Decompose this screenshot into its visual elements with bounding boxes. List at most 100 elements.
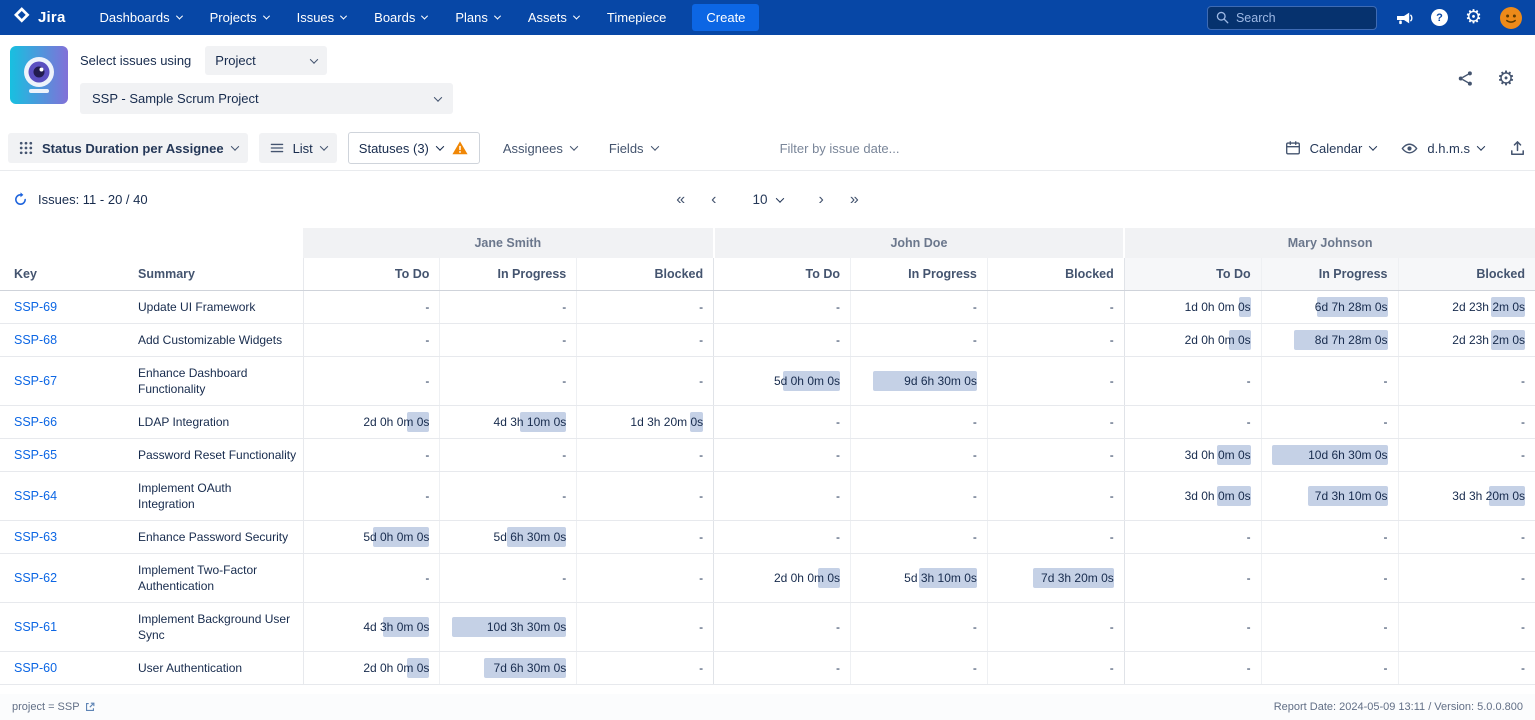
table-row: SSP-65Password Reset Functionality------… [0,438,1535,471]
nav-item-projects[interactable]: Projects [210,10,269,25]
settings-button[interactable]: ⚙ [1465,8,1482,27]
table-row: SSP-61Implement Background User Sync4d 3… [0,602,1535,651]
issue-key-link[interactable]: SSP-65 [14,448,57,462]
issue-date-filter-input[interactable] [780,141,990,156]
assignee-group-header: Mary Johnson [1124,228,1535,258]
duration-cell: - [987,290,1124,323]
issue-key-link[interactable]: SSP-63 [14,530,57,544]
duration-cell: - [987,471,1124,520]
duration-cell: - [303,290,440,323]
fields-filter-label: Fields [609,141,644,156]
issue-key-link[interactable]: SSP-64 [14,489,57,503]
issue-summary: User Authentication [124,651,303,684]
duration-cell: - [714,438,851,471]
empty-duration-value: - [562,571,566,585]
time-format-select[interactable]: d.h.m.s [1400,139,1484,158]
jira-logo[interactable]: Jira [12,5,66,30]
assignees-filter[interactable]: Assignees [503,141,577,156]
nav-item-dashboards[interactable]: Dashboards [100,10,182,25]
duration-cell: - [1398,651,1535,684]
empty-duration-value: - [1521,530,1525,544]
issue-key-link[interactable]: SSP-60 [14,661,57,675]
issue-key-link[interactable]: SSP-69 [14,300,57,314]
calendar-select[interactable]: Calendar [1284,139,1377,157]
duration-cell: - [577,602,714,651]
duration-value: 5d 3h 10m 0s [904,571,977,585]
megaphone-icon [1394,8,1414,28]
column-header-summary: Summary [124,258,303,290]
table-row: SSP-62Implement Two-Factor Authenticatio… [0,553,1535,602]
chevron-down-icon [176,13,183,20]
export-button[interactable] [1508,139,1527,158]
duration-cell: - [577,651,714,684]
report-settings-button[interactable]: ⚙ [1497,68,1515,88]
duration-value: 2d 0h 0m 0s [1185,333,1251,347]
next-page-button[interactable]: › [813,189,830,211]
duration-cell: 2d 23h 2m 0s [1398,323,1535,356]
empty-duration-value: - [1521,661,1525,675]
issue-key-link[interactable]: SSP-61 [14,620,57,634]
view-mode-value: List [293,141,313,156]
duration-cell: - [714,602,851,651]
help-button[interactable]: ? [1431,9,1448,26]
nav-item-boards[interactable]: Boards [374,10,427,25]
issue-key-cell: SSP-61 [0,602,124,651]
duration-value: 3d 0h 0m 0s [1185,489,1251,503]
duration-cell: - [1124,553,1261,602]
empty-duration-value: - [1110,530,1114,544]
nav-item-timepiece[interactable]: Timepiece [607,10,666,25]
duration-value: 4d 3h 10m 0s [494,415,567,429]
search-input[interactable] [1208,11,1376,25]
page-size-select[interactable]: 10 [744,188,790,211]
issue-key-link[interactable]: SSP-68 [14,333,57,347]
nav-item-assets[interactable]: Assets [528,10,579,25]
profile-button[interactable] [1499,6,1523,30]
user-avatar [1499,6,1523,30]
duration-value: 4d 3h 0m 0s [363,620,429,634]
duration-value: 1d 0h 0m 0s [1185,300,1251,314]
duration-cell: 10d 6h 30m 0s [1261,438,1398,471]
open-filter-link[interactable] [84,701,96,713]
empty-duration-value: - [1384,374,1388,388]
column-header-blocked: Blocked [987,258,1124,290]
first-page-button[interactable]: « [670,189,691,211]
issue-key-link[interactable]: SSP-62 [14,571,57,585]
previous-page-button[interactable]: ‹ [705,189,722,211]
empty-duration-value: - [1247,661,1251,675]
empty-duration-value: - [1110,300,1114,314]
fields-filter[interactable]: Fields [609,141,658,156]
external-link-icon [84,701,96,713]
duration-value: 7d 3h 20m 0s [1041,571,1114,585]
duration-cell: - [440,290,577,323]
report-header: Select issues using Project SSP - Sample… [0,35,1535,126]
empty-duration-value: - [973,661,977,675]
statuses-filter[interactable]: Statuses (3) [348,132,480,164]
issue-source-select[interactable]: Project [205,46,327,75]
duration-cell: - [440,323,577,356]
duration-cell: - [303,471,440,520]
report-type-select[interactable]: Status Duration per Assignee [8,133,248,163]
global-search[interactable] [1207,6,1377,30]
issue-key-link[interactable]: SSP-67 [14,374,57,388]
nav-item-plans[interactable]: Plans [455,10,500,25]
duration-cell: 1d 0h 0m 0s [1124,290,1261,323]
duration-cell: - [714,405,851,438]
announcements-button[interactable] [1394,8,1414,28]
assignee-group-header: John Doe [714,228,1125,258]
empty-duration-value: - [1521,571,1525,585]
refresh-button[interactable] [12,191,29,208]
project-select[interactable]: SSP - Sample Scrum Project [80,83,453,114]
issue-key-link[interactable]: SSP-66 [14,415,57,429]
duration-cell: - [577,438,714,471]
create-button[interactable]: Create [692,4,759,31]
top-navigation-bar: Jira Dashboards Projects Issues Boards P… [0,0,1535,35]
duration-cell: - [1261,405,1398,438]
share-button[interactable] [1456,69,1475,88]
view-mode-select[interactable]: List [259,133,337,163]
duration-cell: - [851,323,988,356]
duration-cell: - [714,651,851,684]
nav-item-issues[interactable]: Issues [297,10,347,25]
timepiece-app-icon [10,46,68,104]
last-page-button[interactable]: » [844,189,865,211]
jql-filter-text: project = SSP [12,701,80,713]
